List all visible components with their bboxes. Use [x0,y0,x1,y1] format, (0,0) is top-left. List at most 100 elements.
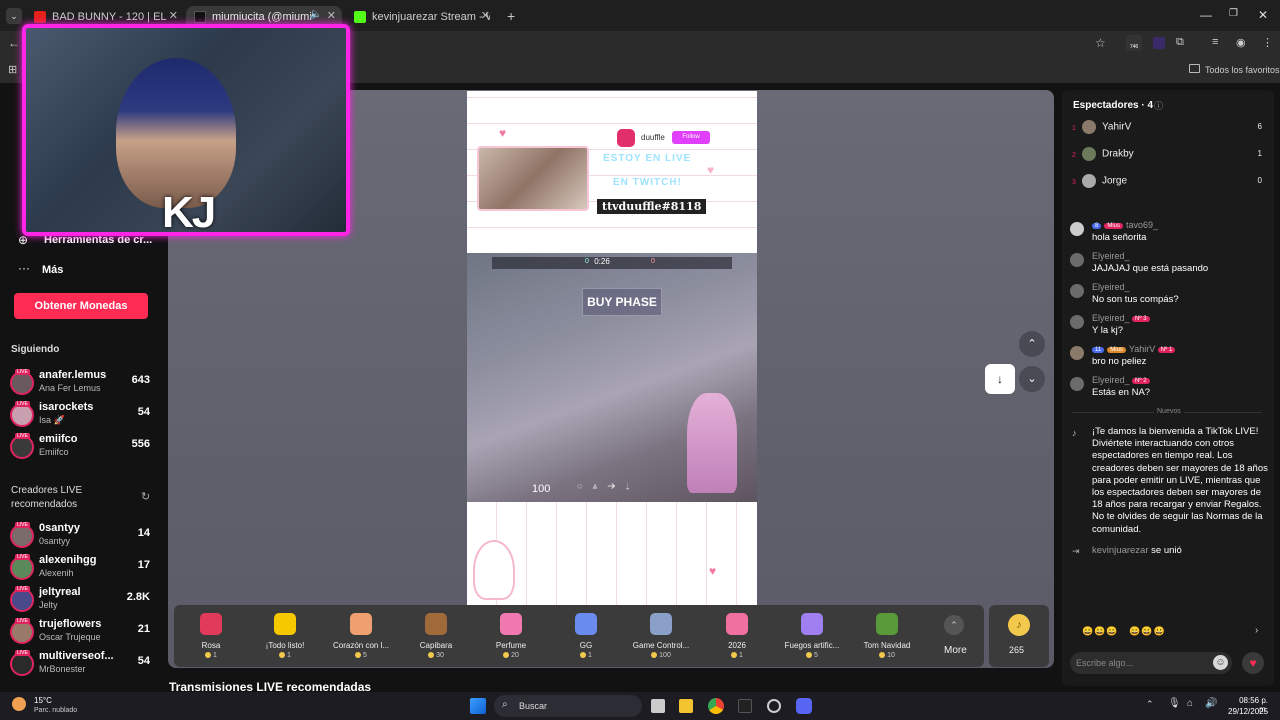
task-view-icon[interactable] [651,699,665,713]
chat-username[interactable]: Elyeired_ [1092,251,1130,261]
chat-username[interactable]: Elyeired_ Nº 2 [1092,375,1153,385]
download-button[interactable]: ↓ [985,364,1015,394]
following-item[interactable]: LIVE isarockets Isa 🚀 54 [0,400,168,430]
extension-icon[interactable] [1153,37,1165,49]
channel-name: isarockets [39,401,94,413]
windows-taskbar: 15°C Parc. nublado ⌕ Buscar ⌃ 🎙 ⌂ 🔊 08:5… [0,692,1280,720]
chat-username[interactable]: Elyeired_ Nº 3 [1092,313,1153,323]
gift-item[interactable]: Corazón con l... 5 [324,605,398,659]
recommended-item[interactable]: LIVE multiverseof... MrBonester 54 [0,649,168,679]
like-heart-button[interactable]: ♥ [1242,652,1264,674]
chevron-up-icon[interactable]: ⌃ [944,615,964,635]
maximize-button[interactable]: ❐ [1229,8,1238,19]
gift-item[interactable]: GG 1 [549,605,623,659]
obs-app-icon[interactable] [738,699,752,713]
tiktok-icon [194,11,206,23]
close-icon[interactable]: ✕ [169,9,178,22]
volume-icon[interactable]: 🔊 [1205,698,1217,709]
file-explorer-icon[interactable] [679,699,693,713]
previous-live-button[interactable]: ⌃ [1019,331,1045,357]
gift-price: 30 [399,652,473,659]
puzzle-icon[interactable]: ⧉ [1176,36,1184,49]
gift-price: 1 [549,652,623,659]
emote-row[interactable]: 😀😀😀 😀😀😀 [1082,626,1166,637]
new-messages-label: Nuevos [1154,408,1184,415]
fan-badge: Mius [1107,346,1126,353]
apps-icon[interactable]: ⊞ [8,63,17,76]
viewer-row[interactable]: 1 YahirV 6 [1072,120,1262,134]
window-close-button[interactable]: ✕ [1258,8,1268,22]
more-icon: ··· [18,261,30,275]
app-icon[interactable] [767,699,781,713]
gift-name: Capibara [419,641,453,650]
info-icon[interactable]: ⓘ [1154,99,1163,112]
recommended-item[interactable]: LIVE alexenihgg Alexenih 17 [0,553,168,583]
weather-temp[interactable]: 15°C [34,696,52,705]
mic-icon[interactable]: 🎙 [1168,698,1181,709]
recommended-item[interactable]: LIVE jeltyreal Jelty 2.8K [0,585,168,615]
emoji-icon[interactable]: ☺ [1213,655,1228,670]
close-icon[interactable]: ✕ [481,9,490,22]
tab-search-icon[interactable]: ⌄ [6,8,22,24]
gift-item[interactable]: Game Control... 100 [624,605,698,659]
gift-item[interactable]: Fuegos artific... 5 [775,605,849,659]
refresh-icon[interactable]: ↻ [141,490,150,503]
chat-username[interactable]: 8 Mius tavo69_ [1092,220,1158,230]
chat-input[interactable]: Escribe algo... ☺ [1070,652,1232,674]
gift-item[interactable]: Rosa 1 [174,605,248,659]
chevron-up-icon[interactable]: ⌃ [1146,699,1154,710]
menu-icon[interactable]: ⋮ [1262,36,1273,49]
left-score: 0 [585,258,589,265]
gift-price: 1 [248,652,322,659]
speaker-icon[interactable]: 🔈 [310,9,322,20]
media-icon[interactable]: ≡ [1212,36,1218,48]
chat-username[interactable]: 11 Mius YahirV Nº 1 [1092,344,1178,354]
chevron-right-icon[interactable]: › [1255,625,1258,636]
viewer-count: 14 [137,527,150,539]
gift-item[interactable]: Perfume 20 [474,605,548,659]
welcome-message: ¡Te damos la bienvenida a TikTok LIVE! D… [1092,426,1268,535]
all-bookmarks-label[interactable]: Todos los favoritos [1205,65,1280,75]
recommended-item[interactable]: LIVE 0santyy 0santyy 14 [0,521,168,551]
gift-item[interactable]: Tom Navidad 10 [850,605,924,659]
minimize-button[interactable]: — [1200,8,1212,22]
chrome-icon[interactable] [708,698,724,714]
gift-item[interactable]: ¡Todo listo! 1 [248,605,322,659]
chat-input-placeholder: Escribe algo... [1076,658,1134,668]
profile-icon[interactable]: ◉ [1236,36,1246,49]
back-icon[interactable]: ← [8,36,20,50]
star-icon[interactable]: ☆ [1095,36,1106,50]
channel-name: anafer.lemus [39,369,107,381]
next-live-button[interactable]: ⌄ [1019,366,1045,392]
viewer-row[interactable]: 2 Drakby 1 [1072,147,1262,161]
viewer-row[interactable]: 3 Jorge 0 [1072,174,1262,188]
tab-title: kevinjuarezar Stream - Watch L [372,11,490,23]
chat-username[interactable]: Elyeired_ [1092,282,1130,292]
join-user: kevinjuarezar [1092,545,1149,556]
sidebar-item-more[interactable]: Más [42,264,63,276]
avatar [1070,253,1084,267]
taskbar-search[interactable]: ⌕ Buscar [494,695,642,717]
discord-icon[interactable] [796,698,812,714]
recommended-item[interactable]: LIVE trujeflowers Oscar Trujeque 21 [0,617,168,647]
coin-balance-box[interactable]: ♪ 265 [989,605,1049,667]
streamer-cam-image [477,146,589,211]
gift-item[interactable]: Capibara 30 [399,605,473,659]
following-item[interactable]: LIVE emiifco Emiifco 556 [0,432,168,462]
new-tab-button[interactable]: + [507,8,515,24]
gifts-more-button[interactable]: More [944,645,967,656]
person-silhouette [116,58,236,208]
gift-item[interactable]: 2026 1 [700,605,774,659]
get-coins-button[interactable]: Obtener Monedas [14,293,148,319]
following-item[interactable]: LIVE anafer.lemus Ana Fer Lemus 643 [0,368,168,398]
close-icon[interactable]: ✕ [327,9,336,22]
gift-price: 100 [624,652,698,659]
gift-price: 20 [474,652,548,659]
network-icon[interactable]: ⌂ [1187,698,1193,709]
tab-kick[interactable]: kevinjuarezar Stream - Watch L ✕ [346,6,496,28]
coin-icon: ♪ [1008,614,1030,636]
channel-name: alexenihgg [39,554,97,566]
windows-start-icon[interactable] [470,698,486,714]
weather-desc: Parc. nublado [34,707,78,714]
extension-counter[interactable]: 746 [1126,35,1142,51]
